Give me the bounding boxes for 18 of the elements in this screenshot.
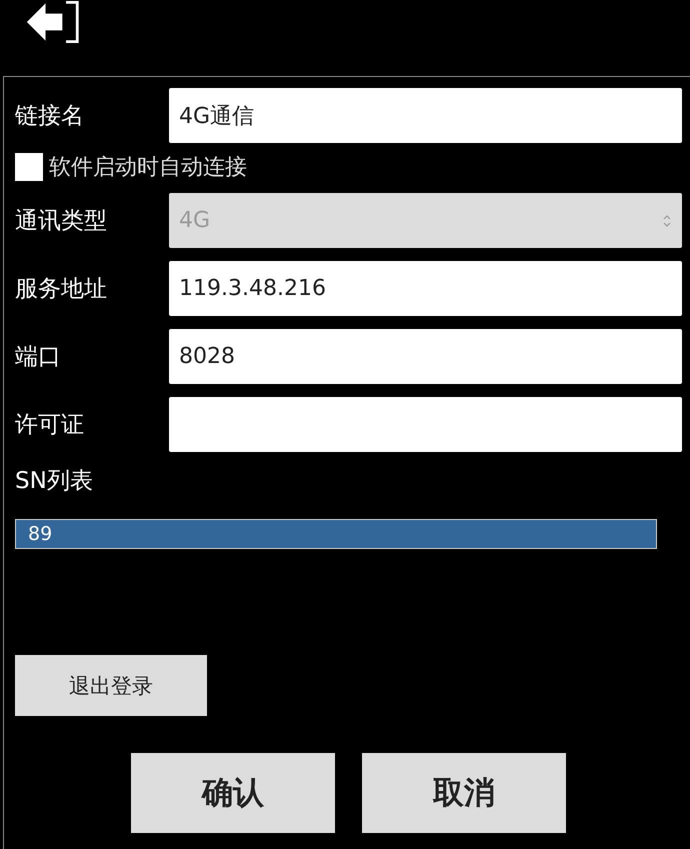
input-field[interactable]: 8028 — [169, 329, 682, 384]
back-icon[interactable] — [25, 0, 81, 44]
list-item[interactable]: 89 — [15, 519, 657, 549]
list-label: SN列表 — [15, 467, 94, 496]
field-label: 通讯类型 — [15, 207, 108, 236]
dialog-button[interactable]: 确认 — [131, 753, 335, 833]
input-field[interactable]: 119.3.48.216 — [169, 261, 682, 316]
input-field[interactable] — [169, 397, 682, 452]
checkbox-label: 软件启动时自动连接 — [49, 154, 247, 182]
chevron-updown-icon — [662, 212, 672, 228]
field-label: 链接名 — [15, 102, 85, 131]
field-label: 端口 — [15, 343, 62, 372]
field-label: 服务地址 — [15, 275, 108, 304]
field-label: 许可证 — [15, 411, 85, 440]
dialog-button[interactable]: 取消 — [362, 753, 566, 833]
checkbox[interactable] — [15, 153, 43, 181]
logout-button[interactable]: 退出登录 — [15, 655, 207, 716]
input-field[interactable]: 4G通信 — [169, 88, 682, 143]
